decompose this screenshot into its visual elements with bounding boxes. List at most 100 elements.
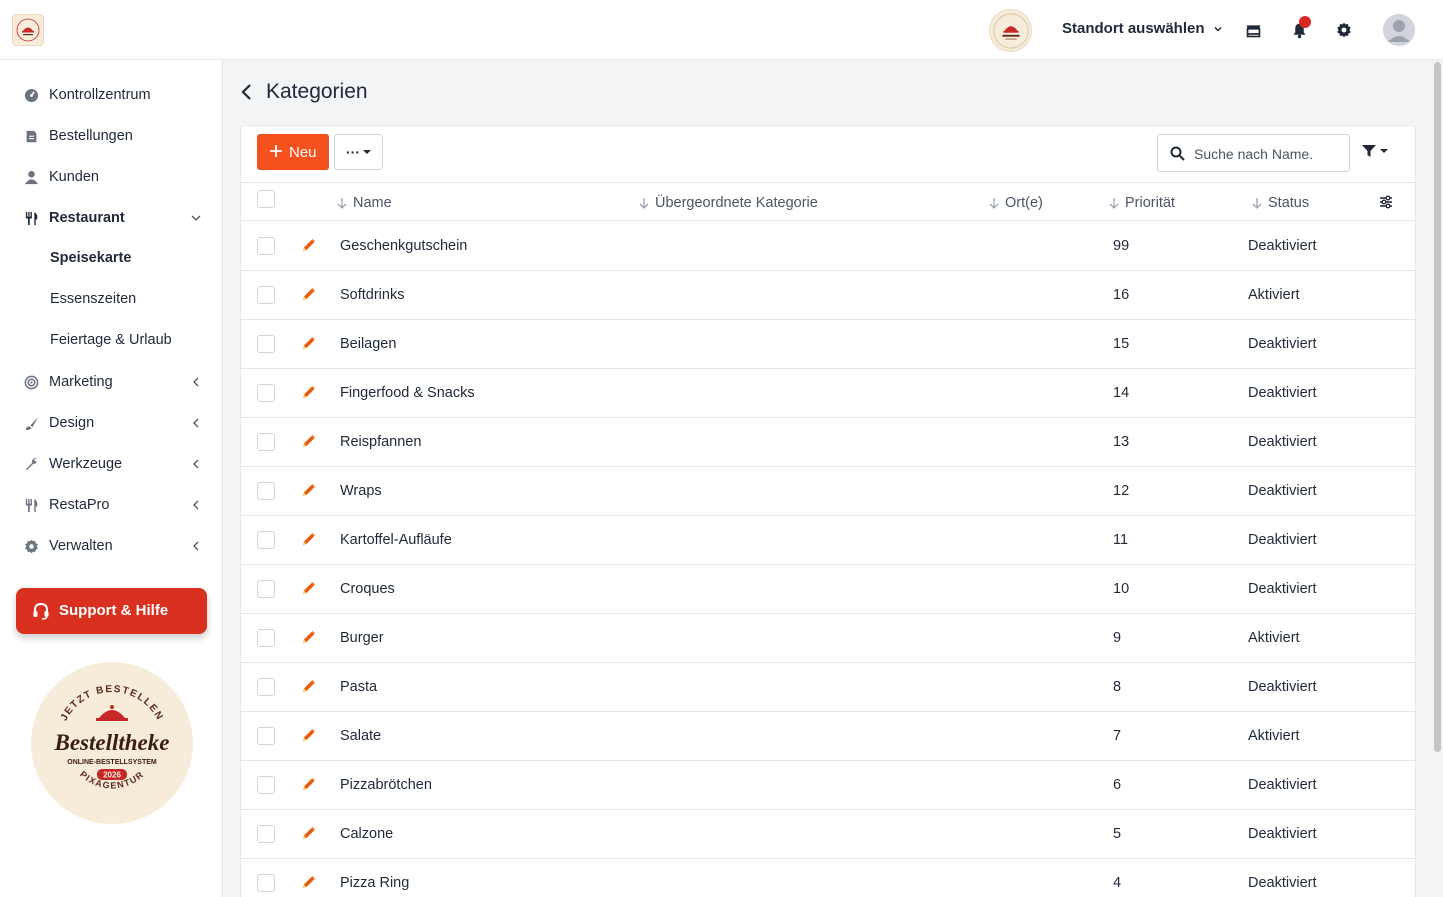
- app-logo[interactable]: [12, 14, 44, 46]
- edit-pencil-icon[interactable]: [301, 581, 316, 596]
- sidebar-item-bestellungen[interactable]: Bestellungen: [0, 119, 223, 153]
- category-name[interactable]: Kartoffel-Aufläufe: [340, 532, 452, 548]
- edit-pencil-icon[interactable]: [301, 238, 316, 253]
- row-checkbox[interactable]: [257, 237, 275, 255]
- row-checkbox[interactable]: [257, 531, 275, 549]
- row-checkbox[interactable]: [257, 580, 275, 598]
- select-all-checkbox[interactable]: [257, 190, 275, 208]
- category-name[interactable]: Burger: [340, 630, 384, 646]
- svg-text:2026: 2026: [103, 771, 121, 780]
- edit-pencil-icon[interactable]: [301, 336, 316, 351]
- row-checkbox[interactable]: [257, 825, 275, 843]
- receipt-icon: [23, 128, 39, 144]
- column-settings-icon[interactable]: [1379, 195, 1393, 209]
- search-input[interactable]: [1194, 144, 1344, 164]
- gear-icon[interactable]: [1334, 20, 1354, 40]
- sidebar-item-marketing[interactable]: Marketing: [0, 365, 223, 399]
- table-row[interactable]: Wraps 12 Deaktiviert: [241, 467, 1415, 516]
- category-name[interactable]: Softdrinks: [340, 287, 404, 303]
- edit-pencil-icon[interactable]: [301, 385, 316, 400]
- table-row[interactable]: Pasta 8 Deaktiviert: [241, 663, 1415, 712]
- row-checkbox[interactable]: [257, 629, 275, 647]
- edit-pencil-icon[interactable]: [301, 826, 316, 841]
- category-name[interactable]: Reispfannen: [340, 434, 421, 450]
- table-row[interactable]: Pizzabrötchen 6 Deaktiviert: [241, 761, 1415, 810]
- search-box: [1157, 134, 1350, 172]
- table-row[interactable]: Beilagen 15 Deaktiviert: [241, 320, 1415, 369]
- category-name[interactable]: Pizzabrötchen: [340, 777, 432, 793]
- table-row[interactable]: Croques 10 Deaktiviert: [241, 565, 1415, 614]
- category-name[interactable]: Beilagen: [340, 336, 396, 352]
- edit-pencil-icon[interactable]: [301, 875, 316, 890]
- row-checkbox[interactable]: [257, 335, 275, 353]
- column-header-status[interactable]: Status: [1252, 195, 1309, 211]
- table-row[interactable]: Reispfannen 13 Deaktiviert: [241, 418, 1415, 467]
- table-row[interactable]: Calzone 5 Deaktiviert: [241, 810, 1415, 859]
- more-actions-button[interactable]: ···: [334, 134, 383, 170]
- row-checkbox[interactable]: [257, 433, 275, 451]
- filter-button[interactable]: [1361, 143, 1389, 159]
- column-header-name[interactable]: Name: [337, 195, 392, 211]
- category-name[interactable]: Geschenkgutschein: [340, 238, 467, 254]
- support-button[interactable]: Support & Hilfe: [16, 588, 207, 634]
- table-row[interactable]: Geschenkgutschein 99 Deaktiviert: [241, 222, 1415, 271]
- category-status: Aktiviert: [1248, 728, 1300, 744]
- row-checkbox[interactable]: [257, 678, 275, 696]
- sidebar-item-werkzeuge[interactable]: Werkzeuge: [0, 447, 223, 481]
- back-arrow-icon[interactable]: [240, 83, 254, 101]
- chevron-left-icon: [193, 459, 199, 469]
- row-checkbox[interactable]: [257, 727, 275, 745]
- sidebar-item-kontrollzentrum[interactable]: Kontrollzentrum: [0, 78, 223, 112]
- category-status: Deaktiviert: [1248, 434, 1317, 450]
- row-checkbox[interactable]: [257, 286, 275, 304]
- edit-pencil-icon[interactable]: [301, 483, 316, 498]
- page-title: Kategorien: [266, 80, 368, 103]
- sidebar-item-restapro[interactable]: RestaPro: [0, 488, 223, 522]
- store-logo[interactable]: [989, 9, 1032, 52]
- edit-pencil-icon[interactable]: [301, 679, 316, 694]
- sidebar-item-kunden[interactable]: Kunden: [0, 160, 223, 194]
- row-checkbox[interactable]: [257, 776, 275, 794]
- sidebar-item-restaurant[interactable]: Restaurant: [0, 201, 223, 235]
- sidebar-item-design[interactable]: Design: [0, 406, 223, 440]
- category-priority: 13: [1113, 434, 1130, 450]
- category-name[interactable]: Pasta: [340, 679, 377, 695]
- category-priority: 7: [1113, 728, 1122, 744]
- edit-pencil-icon[interactable]: [301, 728, 316, 743]
- category-name[interactable]: Calzone: [340, 826, 393, 842]
- category-name[interactable]: Croques: [340, 581, 395, 597]
- new-button[interactable]: Neu: [257, 134, 329, 170]
- edit-pencil-icon[interactable]: [301, 630, 316, 645]
- sidebar-subitem-feiertage[interactable]: Feiertage & Urlaub: [50, 332, 172, 348]
- edit-pencil-icon[interactable]: [301, 287, 316, 302]
- caret-down-icon: [363, 150, 371, 154]
- column-header-parent-category[interactable]: Übergeordnete Kategorie: [639, 195, 818, 211]
- table-row[interactable]: Softdrinks 16 Aktiviert: [241, 271, 1415, 320]
- edit-pencil-icon[interactable]: [301, 532, 316, 547]
- category-name[interactable]: Fingerfood & Snacks: [340, 385, 475, 401]
- store-icon[interactable]: [1243, 20, 1263, 40]
- sidebar-item-verwalten[interactable]: Verwalten: [0, 529, 223, 563]
- row-checkbox[interactable]: [257, 384, 275, 402]
- row-checkbox[interactable]: [257, 874, 275, 892]
- sidebar-subitem-essenszeiten[interactable]: Essenszeiten: [50, 291, 136, 307]
- scrollbar[interactable]: [1434, 62, 1441, 752]
- sidebar-subitem-speisekarte[interactable]: Speisekarte: [50, 250, 131, 266]
- column-header-priority[interactable]: Priorität: [1109, 195, 1175, 211]
- category-name[interactable]: Pizza Ring: [340, 875, 409, 891]
- row-checkbox[interactable]: [257, 482, 275, 500]
- table-row[interactable]: Fingerfood & Snacks 14 Deaktiviert: [241, 369, 1415, 418]
- category-status: Deaktiviert: [1248, 581, 1317, 597]
- table-row[interactable]: Kartoffel-Aufläufe 11 Deaktiviert: [241, 516, 1415, 565]
- table-row[interactable]: Pizza Ring 4 Deaktiviert: [241, 859, 1415, 897]
- table-row[interactable]: Burger 9 Aktiviert: [241, 614, 1415, 663]
- column-header-locations[interactable]: Ort(e): [989, 195, 1043, 211]
- table-row[interactable]: Salate 7 Aktiviert: [241, 712, 1415, 761]
- category-name[interactable]: Wraps: [340, 483, 382, 499]
- categories-card: Neu ··· Name Übergeordnete Kategorie Ort…: [240, 125, 1416, 897]
- user-avatar[interactable]: [1383, 14, 1415, 46]
- edit-pencil-icon[interactable]: [301, 777, 316, 792]
- location-selector[interactable]: Standort auswählen: [1062, 20, 1223, 37]
- category-name[interactable]: Salate: [340, 728, 381, 744]
- edit-pencil-icon[interactable]: [301, 434, 316, 449]
